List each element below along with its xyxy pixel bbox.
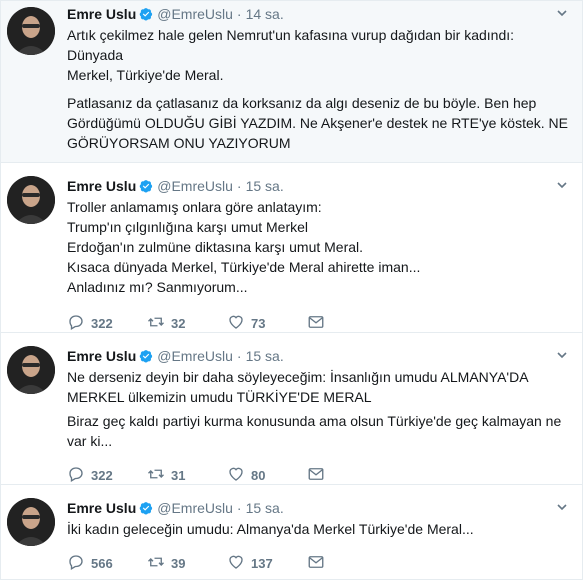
- handle[interactable]: @EmreUslu: [157, 5, 233, 23]
- reply-icon: [67, 313, 91, 334]
- verified-badge-icon: [139, 7, 153, 21]
- tweet-text: İki kadın geleceğin umudu: Almanya'da Me…: [67, 517, 570, 539]
- avatar[interactable]: [7, 176, 55, 224]
- tweet-text: Artık çekilmez hale gelen Nemrut'un kafa…: [67, 23, 570, 153]
- tweet[interactable]: Emre Uslu @EmreUslu · 15 sa. İki kadın g…: [1, 485, 582, 579]
- retweet-button[interactable]: 32: [147, 313, 227, 334]
- tweet-header: Emre Uslu @EmreUslu · 14 sa.: [67, 1, 570, 23]
- like-count: 73: [251, 316, 266, 331]
- like-icon: [227, 465, 251, 486]
- like-count: 137: [251, 556, 273, 571]
- like-button[interactable]: 137: [227, 553, 307, 574]
- message-icon: [307, 553, 331, 574]
- reply-count: 566: [91, 556, 113, 571]
- tweet-line: Kısaca dünyada Merkel, Türkiye'de Meral …: [67, 259, 421, 275]
- tweet-line: Troller anlamamış onlara göre anlatayım:: [67, 199, 322, 215]
- retweet-icon: [147, 553, 171, 574]
- tweet-actions: 322 32 73: [67, 297, 570, 334]
- retweet-icon: [147, 313, 171, 334]
- caret-down-icon[interactable]: [556, 349, 570, 363]
- tweet-header: Emre Uslu @EmreUslu · 15 sa.: [67, 163, 570, 195]
- tweet-line: Gördüğümü OLDUĞU GİBİ YAZDIM. Ne Akşener…: [67, 115, 568, 131]
- timestamp[interactable]: 15 sa.: [246, 499, 284, 517]
- like-button[interactable]: 73: [227, 313, 307, 334]
- reply-count: 322: [91, 316, 113, 331]
- separator-dot: ·: [236, 6, 242, 22]
- message-button[interactable]: [307, 313, 331, 334]
- verified-badge-icon: [139, 349, 153, 363]
- reply-icon: [67, 465, 91, 486]
- retweet-count: 39: [171, 556, 186, 571]
- tweet-line: GÖRÜYORSAM ONU YAZIYORUM: [67, 135, 291, 151]
- timestamp[interactable]: 15 sa.: [246, 177, 284, 195]
- reply-button[interactable]: 566: [67, 553, 147, 574]
- tweet-line: Biraz geç kaldı partiyi kurma konusunda …: [67, 413, 562, 429]
- like-icon: [227, 313, 251, 334]
- tweet-line: Patlasanız da çatlasanız da korksanız da…: [67, 95, 537, 111]
- avatar[interactable]: [7, 346, 55, 394]
- message-button[interactable]: [307, 465, 331, 486]
- verified-badge-icon: [139, 501, 153, 515]
- reply-button[interactable]: 322: [67, 313, 147, 334]
- like-icon: [227, 553, 251, 574]
- tweet-line: Trump'ın çılgınlığına karşı umut Merkel: [67, 219, 309, 235]
- reply-icon: [67, 553, 91, 574]
- caret-down-icon[interactable]: [556, 179, 570, 193]
- timeline: Emre Uslu @EmreUslu · 14 sa. Artık çekil…: [0, 0, 583, 580]
- tweet[interactable]: Emre Uslu @EmreUslu · 15 sa. Ne derseniz…: [1, 333, 582, 485]
- retweet-count: 31: [171, 468, 186, 483]
- reply-count: 322: [91, 468, 113, 483]
- tweet-text: Troller anlamamış onlara göre anlatayım:…: [67, 195, 570, 297]
- caret-down-icon[interactable]: [556, 501, 570, 515]
- caret-down-icon[interactable]: [556, 7, 570, 21]
- display-name[interactable]: Emre Uslu: [67, 5, 136, 23]
- tweet-line: var ki...: [67, 433, 113, 449]
- retweet-button[interactable]: 31: [147, 465, 227, 486]
- tweet[interactable]: Emre Uslu @EmreUslu · 15 sa. Troller anl…: [1, 163, 582, 333]
- tweet-line: Erdoğan'ın zulmüne diktasına karşı umut …: [67, 239, 364, 255]
- tweet-actions: 566 39 137: [67, 539, 570, 574]
- display-name[interactable]: Emre Uslu: [67, 499, 136, 517]
- tweet-text: Ne derseniz deyin bir daha söyleyeceğim:…: [67, 365, 570, 451]
- retweet-button[interactable]: 39: [147, 553, 227, 574]
- tweet-line: Artık çekilmez hale gelen Nemrut'un kafa…: [67, 27, 515, 63]
- retweet-icon: [147, 465, 171, 486]
- message-icon: [307, 465, 331, 486]
- tweet-line: Anladınız mı? Sanmıyorum...: [67, 279, 248, 295]
- retweet-count: 32: [171, 316, 186, 331]
- tweet-header: Emre Uslu @EmreUslu · 15 sa.: [67, 485, 570, 517]
- timestamp[interactable]: 15 sa.: [246, 347, 284, 365]
- tweet-line: Ne derseniz deyin bir daha söyleyeceğim:…: [67, 369, 529, 385]
- tweet-line: Merkel, Türkiye'de Meral.: [67, 67, 224, 83]
- message-button[interactable]: [307, 553, 331, 574]
- separator-dot: ·: [236, 348, 242, 364]
- tweet[interactable]: Emre Uslu @EmreUslu · 14 sa. Artık çekil…: [1, 1, 582, 187]
- handle[interactable]: @EmreUslu: [157, 177, 233, 195]
- verified-badge-icon: [139, 179, 153, 193]
- avatar[interactable]: [7, 498, 55, 546]
- display-name[interactable]: Emre Uslu: [67, 177, 136, 195]
- timestamp[interactable]: 14 sa.: [246, 5, 284, 23]
- display-name[interactable]: Emre Uslu: [67, 347, 136, 365]
- message-icon: [307, 313, 331, 334]
- tweet-line: İki kadın geleceğin umudu: Almanya'da Me…: [67, 521, 474, 537]
- separator-dot: ·: [236, 500, 242, 516]
- like-button[interactable]: 80: [227, 465, 307, 486]
- handle[interactable]: @EmreUslu: [157, 347, 233, 365]
- avatar[interactable]: [7, 7, 55, 55]
- separator-dot: ·: [236, 178, 242, 194]
- like-count: 80: [251, 468, 266, 483]
- handle[interactable]: @EmreUslu: [157, 499, 233, 517]
- tweet-actions: 322 31 80: [67, 451, 570, 486]
- reply-button[interactable]: 322: [67, 465, 147, 486]
- tweet-line: MERKEL ülkemizin umudu TÜRKİYE'DE MERAL: [67, 389, 372, 405]
- tweet-header: Emre Uslu @EmreUslu · 15 sa.: [67, 333, 570, 365]
